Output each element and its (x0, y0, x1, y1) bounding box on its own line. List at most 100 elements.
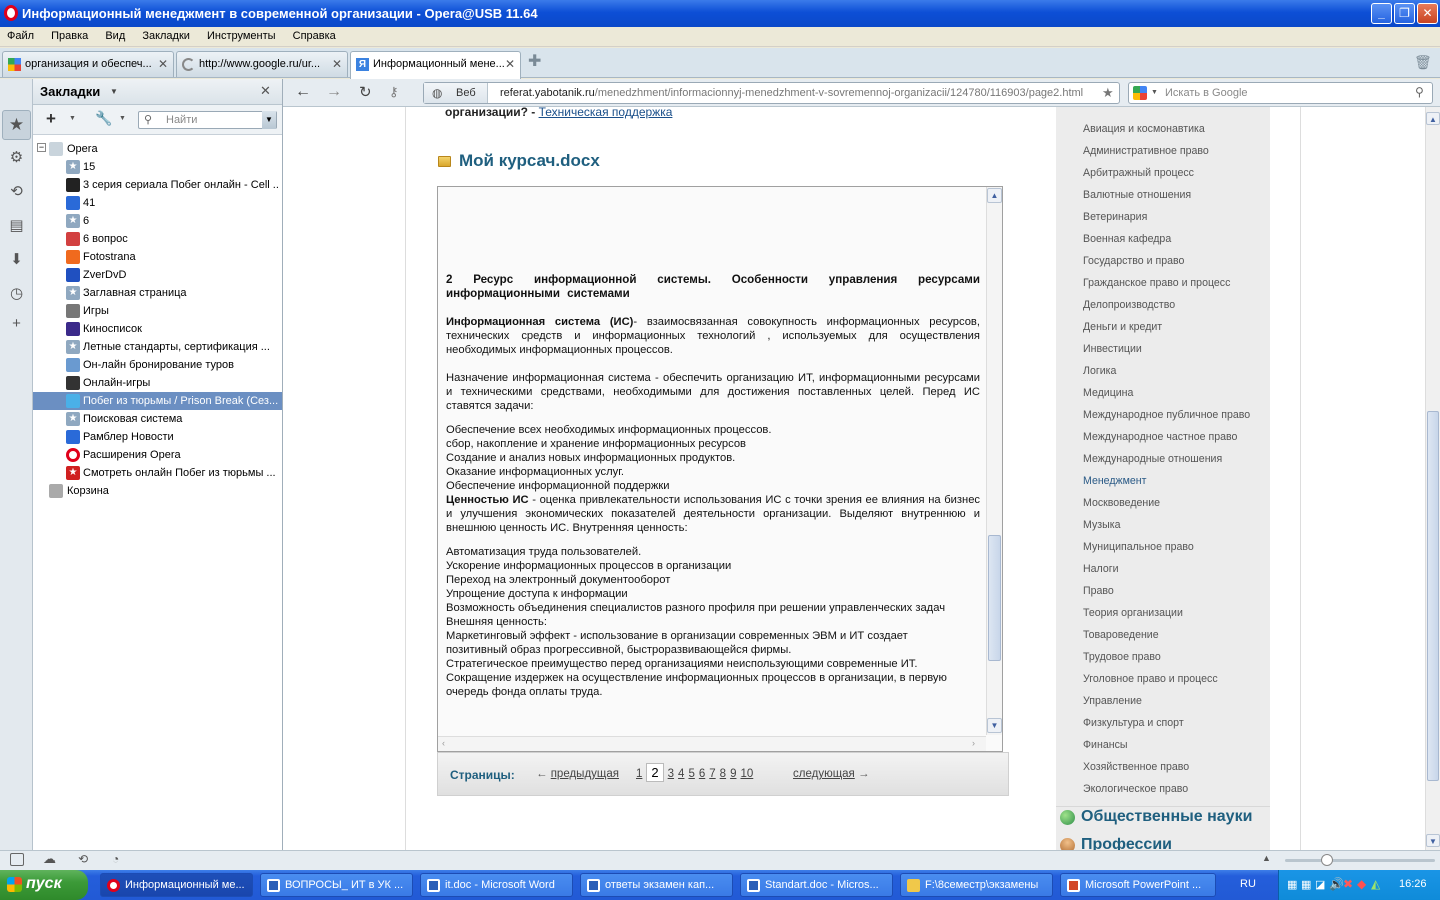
bookmark-item[interactable]: Расширения Opera (33, 446, 282, 464)
bookmark-item[interactable]: ZverDvD (33, 266, 282, 284)
bookmark-item[interactable]: ★ Заглавная страница (33, 284, 282, 302)
bookmark-item[interactable]: 3 серия сериала Побег онлайн - Cell ... (33, 176, 282, 194)
page-link[interactable]: 6 (699, 768, 705, 780)
prev-page-link[interactable]: ← предыдущая (536, 768, 619, 780)
back-arrow-icon[interactable]: ← (295, 83, 311, 101)
next-page-link[interactable]: следующая → (793, 768, 869, 780)
category-link[interactable]: Физкультура и спорт (1083, 717, 1184, 729)
category-link[interactable]: Государство и право (1083, 255, 1184, 267)
category-link[interactable]: Хозяйственное право (1083, 761, 1189, 773)
network-icon[interactable]: ▦ (1301, 878, 1311, 891)
nvidia-icon[interactable]: ◭ (1371, 877, 1380, 891)
unite-icon[interactable]: ⟲ (8, 183, 25, 200)
scroll-down-icon[interactable]: ▼ (987, 718, 1002, 733)
tab-close-icon[interactable]: ✕ (332, 57, 342, 71)
share-icon[interactable]: ⟲ (78, 852, 88, 866)
add-panel-icon[interactable]: + (8, 315, 25, 332)
search-box[interactable]: ▼ Искать в Google ⚲ (1128, 82, 1433, 104)
category-link[interactable]: Музыка (1083, 519, 1120, 531)
category-link[interactable]: Деньги и кредит (1083, 321, 1162, 333)
category-link[interactable]: Международное частное право (1083, 431, 1237, 443)
add-bookmark-icon[interactable]: + (46, 109, 56, 129)
page-link[interactable]: 10 (740, 768, 753, 780)
category-link[interactable]: Право (1083, 585, 1114, 597)
panel-close-icon[interactable]: ✕ (260, 83, 271, 99)
bookmark-item[interactable]: ★ 15 (33, 158, 282, 176)
category-link[interactable]: Товароведение (1083, 629, 1159, 641)
task-word-4[interactable]: Standart.doc - Micros... (740, 873, 893, 897)
history-clock-icon[interactable]: ◷ (8, 285, 25, 302)
category-link[interactable]: Международное публичное право (1083, 409, 1250, 421)
zoom-up-icon[interactable]: ▲ (1262, 853, 1271, 863)
task-word-1[interactable]: ВОПРОСЫ_ ИТ в УК ... (260, 873, 413, 897)
task-word-3[interactable]: ответы экзамен кап... (580, 873, 733, 897)
notes-icon[interactable]: ▤ (8, 217, 25, 234)
menu-bookmarks[interactable]: Закладки (135, 27, 197, 42)
task-opera[interactable]: Информационный ме... (100, 873, 253, 897)
url-text[interactable]: referat.yabotanik.ru/menedzhment/informa… (500, 87, 1083, 99)
category-link[interactable]: Трудовое право (1083, 651, 1161, 663)
prev-link-text[interactable]: предыдущая (551, 768, 619, 780)
language-indicator[interactable]: RU (1240, 878, 1256, 890)
chevron-down-icon[interactable]: ▼ (110, 87, 118, 96)
category-link[interactable]: Делопроизводство (1083, 299, 1175, 311)
close-button[interactable]: ✕ (1417, 3, 1438, 24)
bookmark-item[interactable]: 41 (33, 194, 282, 212)
category-link[interactable]: Гражданское право и процесс (1083, 277, 1230, 289)
zoom-slider-thumb[interactable] (1321, 854, 1333, 866)
bookmark-item[interactable]: Fotostrana (33, 248, 282, 266)
chevron-down-icon[interactable]: ▼ (119, 115, 126, 122)
page-link[interactable]: 8 (720, 768, 726, 780)
section-social-sciences[interactable]: Общественные науки (1081, 808, 1252, 826)
google-icon[interactable] (1133, 86, 1147, 100)
task-powerpoint[interactable]: Microsoft PowerPoint ... (1060, 873, 1216, 897)
category-link[interactable]: Инвестиции (1083, 343, 1142, 355)
forward-arrow-icon[interactable]: → (326, 83, 342, 101)
bookmark-folder-opera[interactable]: Opera − (33, 140, 282, 158)
maximize-button[interactable]: ❐ (1394, 3, 1415, 24)
settings-gear-icon[interactable]: ⚙ (8, 149, 25, 166)
antivirus-icon[interactable]: ◆ (1357, 877, 1366, 891)
site-info-button[interactable]: ◍ Веб (424, 83, 488, 103)
page-link[interactable]: 3 (668, 768, 674, 780)
bookmark-item[interactable]: Онлайн-игры (33, 374, 282, 392)
bookmark-search-input[interactable]: ⚲ Найти ▼ (138, 111, 277, 129)
page-link[interactable]: 5 (688, 768, 694, 780)
menu-help[interactable]: Справка (286, 27, 343, 42)
bookmarks-star-icon[interactable]: ★ (2, 110, 31, 140)
downloads-icon[interactable]: ⬇ (8, 251, 25, 268)
category-link[interactable]: Международные отношения (1083, 453, 1222, 465)
next-link-text[interactable]: следующая (793, 768, 855, 780)
tab-2[interactable]: http://www.google.ru/ur... ✕ (176, 51, 348, 77)
speed-dial-icon[interactable]: ◔ (112, 852, 119, 866)
category-link[interactable]: Финансы (1083, 739, 1127, 751)
key-icon[interactable]: ⚷ (389, 84, 399, 100)
scroll-down-icon[interactable]: ▼ (1426, 834, 1440, 847)
bookmark-item[interactable]: Побег из тюрьмы / Prison Break (Сез... (33, 392, 282, 410)
tab-close-icon[interactable]: ✕ (158, 57, 168, 71)
category-link[interactable]: Военная кафедра (1083, 233, 1171, 245)
category-link[interactable]: Менеджмент (1083, 475, 1147, 487)
bookmark-trash[interactable]: Корзина (33, 482, 282, 500)
trash-icon[interactable]: 🗑 (1414, 54, 1432, 70)
document-viewer[interactable]: 2 Ресурс информационной системы. Особенн… (437, 186, 1003, 752)
doc-horizontal-scrollbar[interactable]: ‹ › (438, 736, 986, 751)
tools-icon[interactable]: ✖ (1343, 877, 1353, 891)
panel-toggle-icon[interactable] (10, 853, 24, 866)
category-link[interactable]: Административное право (1083, 145, 1209, 157)
bookmark-item[interactable]: 6 вопрос (33, 230, 282, 248)
page-link[interactable]: 4 (678, 768, 684, 780)
menu-tools[interactable]: Инструменты (200, 27, 283, 42)
tray-icon[interactable]: ◪ (1315, 878, 1325, 891)
collapse-icon[interactable]: − (37, 143, 46, 152)
search-icon[interactable]: ⚲ (1415, 85, 1424, 99)
volume-icon[interactable]: 🔊 (1329, 877, 1344, 891)
doc-vertical-scrollbar[interactable]: ▲ ▼ (986, 187, 1002, 735)
category-link[interactable]: Теория организации (1083, 607, 1183, 619)
page-link[interactable]: 1 (636, 768, 642, 780)
bookmark-item[interactable]: Рамблер Новости (33, 428, 282, 446)
zoom-slider[interactable] (1285, 854, 1435, 866)
address-bar[interactable]: ◍ Веб referat.yabotanik.ru/menedzhment/i… (423, 82, 1120, 104)
panel-title[interactable]: Закладки (40, 84, 100, 99)
category-link[interactable]: Арбитражный процесс (1083, 167, 1194, 179)
